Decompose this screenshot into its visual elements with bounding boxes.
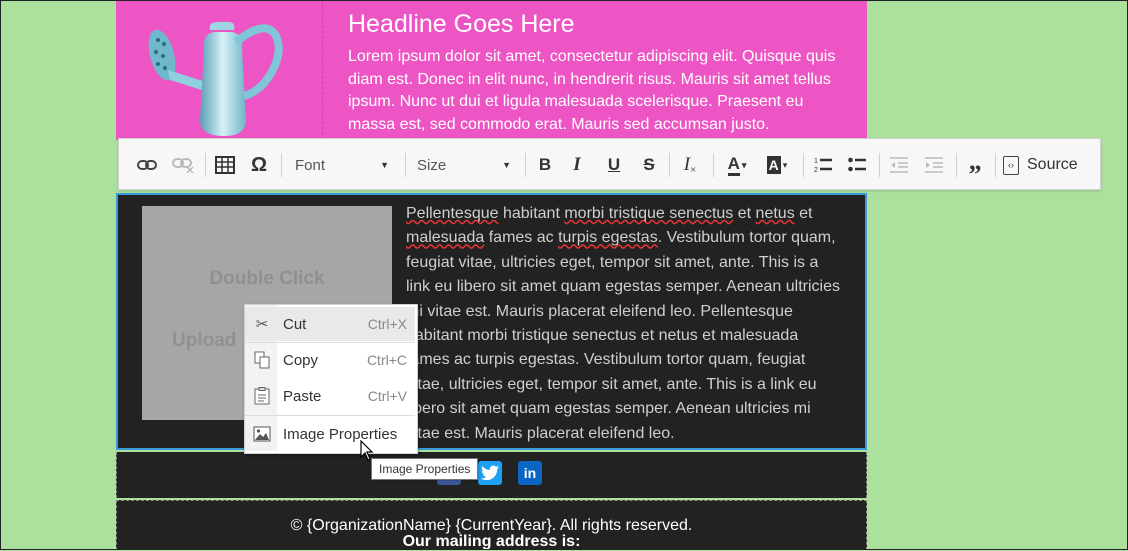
source-icon: ‹› — [1003, 155, 1019, 175]
context-item-cut[interactable]: ✂ Cut Ctrl+X — [245, 307, 415, 341]
bulleted-list-icon[interactable] — [845, 150, 869, 180]
toolbar-separator — [525, 153, 526, 177]
hero-paragraph[interactable]: Lorem ipsum dolor sit amet, consectetur … — [348, 46, 848, 136]
watering-can-image[interactable] — [118, 0, 323, 140]
twitter-icon[interactable] — [478, 461, 502, 485]
font-dropdown-label: Font — [295, 156, 326, 174]
misspelled-word: malesuada — [406, 229, 485, 247]
background-color-icon[interactable]: A ▾ — [761, 150, 793, 180]
size-dropdown[interactable]: Size ▼ — [417, 150, 517, 180]
toolbar-separator — [803, 153, 804, 177]
toolbar-separator — [995, 153, 996, 177]
source-label: Source — [1027, 156, 1078, 173]
body-text-run: et — [794, 205, 813, 222]
context-menu: ✂ Cut Ctrl+X Copy Ctrl+C Paste Ctrl+V Im… — [244, 304, 418, 454]
context-item-label: Copy — [283, 351, 319, 369]
body-text-run: et — [733, 205, 756, 222]
italic-icon[interactable]: I — [565, 150, 589, 180]
decrease-indent-icon[interactable] — [887, 150, 911, 180]
bold-icon[interactable]: B — [533, 150, 557, 180]
link-icon[interactable] — [135, 150, 159, 180]
size-dropdown-label: Size — [417, 156, 447, 174]
context-item-paste[interactable]: Paste Ctrl+V — [245, 379, 415, 413]
chevron-down-icon: ▼ — [502, 160, 511, 170]
blockquote-icon[interactable]: ” — [963, 150, 987, 190]
svg-text:2: 2 — [814, 167, 818, 174]
social-links-row: f in — [116, 452, 867, 498]
clipboard-icon — [253, 387, 271, 405]
toolbar-separator — [405, 153, 406, 177]
copy-icon — [253, 351, 271, 369]
placeholder-line-1: Double Click — [209, 268, 325, 289]
hero-section[interactable]: Headline Goes Here Lorem ipsum dolor sit… — [116, 0, 867, 140]
email-canvas: Headline Goes Here Lorem ipsum dolor sit… — [116, 0, 867, 550]
toolbar-separator — [879, 153, 880, 177]
increase-indent-icon[interactable] — [922, 150, 946, 180]
strikethrough-icon[interactable]: S — [637, 150, 661, 180]
unlink-icon[interactable] — [171, 150, 195, 180]
remove-format-icon[interactable]: I × — [677, 150, 703, 180]
underline-icon[interactable]: U — [602, 150, 626, 180]
placeholder-line-3: Upload — [172, 330, 237, 351]
context-item-label: Cut — [283, 315, 307, 333]
scissors-icon: ✂ — [255, 316, 269, 333]
misspelled-word: Pellentesque — [406, 205, 499, 222]
context-item-shortcut: Ctrl+V — [367, 388, 407, 404]
toolbar-separator — [669, 153, 670, 177]
context-item-image-properties[interactable]: Image Properties — [245, 417, 415, 451]
text-color-icon[interactable]: A ▾ — [721, 150, 753, 180]
context-item-label: Image Properties — [283, 425, 398, 443]
source-button[interactable]: ‹› Source — [1003, 150, 1083, 180]
selected-content-block[interactable]: Double Click to Upload Pellentesque habi… — [116, 193, 867, 450]
special-char-icon[interactable]: Ω — [247, 150, 271, 180]
toolbar-separator — [713, 153, 714, 177]
linkedin-icon[interactable]: in — [518, 461, 542, 485]
context-divider — [245, 415, 415, 416]
body-text-run: . Vestibulum tortor quam, feugiat vitae,… — [406, 229, 841, 442]
watering-can-icon — [148, 22, 283, 136]
footer-section[interactable]: © {OrganizationName} {CurrentYear}. All … — [116, 500, 867, 550]
context-item-copy[interactable]: Copy Ctrl+C — [245, 343, 415, 377]
context-item-shortcut: Ctrl+C — [366, 352, 407, 368]
misspelled-word: netus — [755, 205, 795, 222]
misspelled-word: turpis egestas — [558, 229, 658, 247]
body-text-run: habitant — [498, 205, 565, 222]
context-item-label: Paste — [283, 387, 322, 405]
table-icon[interactable] — [213, 150, 237, 180]
chevron-down-icon: ▼ — [380, 160, 389, 170]
toolbar-separator — [205, 153, 206, 177]
svg-text:1: 1 — [814, 158, 818, 165]
font-dropdown[interactable]: Font ▼ — [295, 150, 395, 180]
hero-headline[interactable]: Headline Goes Here — [348, 10, 575, 39]
body-paragraph[interactable]: Pellentesque habitant morbi tristique se… — [406, 202, 846, 446]
tooltip: Image Properties — [371, 458, 479, 480]
misspelled-word: morbi tristique senectus — [564, 205, 734, 222]
toolbar-separator — [956, 153, 957, 177]
editor-toolbar: Ω Font ▼ Size ▼ B I U S I × A ▾ A ▾ 12 ” ‹›… — [118, 138, 1101, 190]
body-text-run: fames ac — [484, 229, 559, 247]
toolbar-separator — [281, 153, 282, 177]
context-item-shortcut: Ctrl+X — [367, 316, 407, 332]
image-icon — [253, 425, 271, 443]
numbered-list-icon[interactable]: 12 — [811, 150, 835, 180]
mailing-address-label: Our mailing address is: — [402, 533, 581, 550]
